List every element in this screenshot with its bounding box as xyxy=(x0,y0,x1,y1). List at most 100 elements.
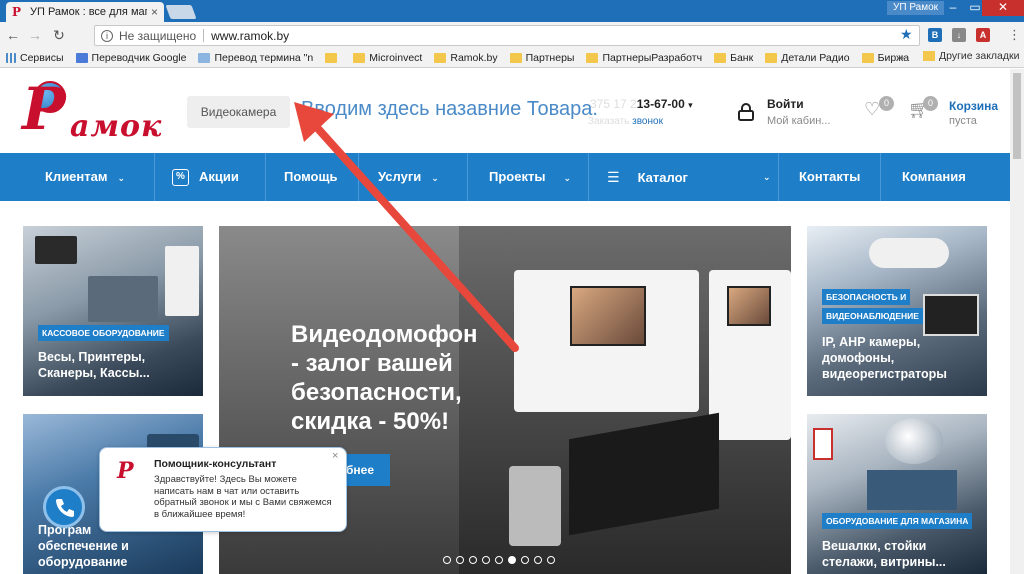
info-icon[interactable]: i xyxy=(101,29,113,42)
scrollbar-thumb[interactable] xyxy=(1013,73,1021,159)
extension-download-icon[interactable]: ↓ xyxy=(952,28,966,42)
slider-dot[interactable] xyxy=(547,556,555,564)
caption-line: Сканеры, Кассы... xyxy=(38,366,150,380)
bookmark-item[interactable]: ПартнерыРазработч xyxy=(586,52,702,64)
category-tag: ВИДЕОНАБЛЮДЕНИЕ xyxy=(822,308,923,324)
consultant-avatar: Р xyxy=(117,458,134,484)
register-image xyxy=(88,276,158,322)
nav-label: Помощь xyxy=(284,169,338,184)
new-tab-button[interactable] xyxy=(165,5,197,19)
logo-word: амок xyxy=(70,109,163,144)
reload-icon[interactable]: ↻ xyxy=(50,26,68,44)
bookmark-label: Партнеры xyxy=(525,51,575,64)
address-bar[interactable]: i Не защищено www.ramok.by xyxy=(94,25,920,46)
nav-label: Клиентам xyxy=(45,169,108,184)
chat-popup[interactable]: Р Помощник-консультант Здравствуйте! Зде… xyxy=(99,447,347,532)
nav-item-promotions[interactable]: % Акции xyxy=(172,153,239,201)
chevron-down-icon: ⌄ xyxy=(763,172,771,182)
phone-prefix: 375 17 2 xyxy=(590,97,637,111)
bookmark-item[interactable]: Сервисы xyxy=(6,52,64,64)
phone-number[interactable]: 375 17 213-67-00 ▾ xyxy=(590,97,693,111)
other-bookmarks-label: Другие закладки xyxy=(939,50,1020,62)
extension-pdf-icon[interactable]: A xyxy=(976,28,990,42)
cart-status: пуста xyxy=(949,115,977,127)
nav-divider xyxy=(467,153,468,201)
nav-item-projects[interactable]: Проекты ⌄ xyxy=(489,153,571,201)
hero-title-line: Видеодомофон xyxy=(291,321,478,348)
nav-item-catalog[interactable]: ☰ Каталог ⌄ xyxy=(607,153,771,201)
browser-tab[interactable]: Р УП Рамок : все для магаз × xyxy=(6,2,164,22)
window-close-icon[interactable]: ✕ xyxy=(982,0,1024,16)
handset-screen xyxy=(727,286,771,326)
slider-dot[interactable] xyxy=(469,556,477,564)
slider-dot[interactable] xyxy=(534,556,542,564)
tab-close-icon[interactable]: × xyxy=(151,5,158,19)
nav-divider xyxy=(778,153,779,201)
bookmark-star-icon[interactable]: ★ xyxy=(900,26,913,43)
bookmark-label: ПартнерыРазработч xyxy=(602,51,703,64)
category-tag: БЕЗОПАСНОСТЬ И xyxy=(822,289,911,305)
ramok-logo[interactable]: Р амок xyxy=(22,77,167,144)
annotation-text: Вводим здесь назавние Товара. xyxy=(301,98,598,120)
nav-item-help[interactable]: Помощь xyxy=(284,153,337,201)
bookmark-item[interactable]: Детали Радио xyxy=(765,52,850,64)
slider-dot[interactable] xyxy=(508,556,516,564)
slider-dot[interactable] xyxy=(482,556,490,564)
category-tile-security[interactable]: БЕЗОПАСНОСТЬ И ВИДЕОНАБЛЮДЕНИЕ IP, АНР к… xyxy=(807,226,987,396)
back-arrow-icon[interactable]: ← xyxy=(4,26,22,44)
bookmark-item[interactable]: Банк xyxy=(714,52,753,64)
bookmark-item[interactable]: Перевод термина "n xyxy=(198,52,313,64)
caption-line: обеспечение и xyxy=(38,539,129,553)
slider-dot[interactable] xyxy=(456,556,464,564)
callback-link[interactable]: Заказать звонок xyxy=(588,116,663,127)
bookmark-label: Сервисы xyxy=(20,51,64,64)
bookmark-item[interactable]: Партнеры xyxy=(509,51,575,64)
close-icon[interactable]: × xyxy=(332,450,338,462)
callback-text: звонок xyxy=(632,116,663,127)
forward-arrow-icon[interactable]: → xyxy=(26,26,44,44)
apps-icon xyxy=(6,52,16,63)
cart-count-badge: 0 xyxy=(923,96,938,111)
omnibox-divider xyxy=(203,29,205,42)
nav-label: Компания xyxy=(902,169,966,184)
slider-dot[interactable] xyxy=(443,556,451,564)
bookmark-item[interactable]: Переводчик Google xyxy=(75,52,186,64)
nav-item-company[interactable]: Компания xyxy=(902,153,966,201)
browser-titlebar: Р УП Рамок : все для магаз × УП Рамок ‒ … xyxy=(0,0,1024,22)
extension-b-icon[interactable]: B xyxy=(928,28,942,42)
heart-icon[interactable]: ♡ xyxy=(864,99,880,120)
baskets-image xyxy=(867,470,957,510)
slider-dot[interactable] xyxy=(521,556,529,564)
caption-line: стелажи, витрины... xyxy=(822,555,946,569)
tab-title: УП Рамок : все для магаз xyxy=(30,6,147,18)
bookmark-item[interactable]: Microinvect xyxy=(353,52,422,64)
intercom-handset-image xyxy=(709,270,791,440)
bookmark-item[interactable]: Ramok.by xyxy=(434,51,498,64)
url-text[interactable]: www.ramok.by xyxy=(211,29,289,43)
cart-title[interactable]: Корзина xyxy=(949,99,998,113)
call-button[interactable] xyxy=(43,486,85,528)
printer-image xyxy=(165,246,199,316)
category-tile-store-equipment[interactable]: ОБОРУДОВАНИЕ ДЛЯ МАГАЗИНА Вешалки, стойк… xyxy=(807,414,987,574)
folder-icon xyxy=(765,52,778,63)
chevron-down-icon: ▾ xyxy=(688,100,693,110)
bookmark-item[interactable] xyxy=(325,52,341,63)
nav-item-clients[interactable]: Клиентам ⌄ xyxy=(45,153,125,201)
category-tag: КАССОВОЕ ОБОРУДОВАНИЕ xyxy=(38,325,169,341)
caption-line: Весы, Принтеры, xyxy=(38,350,146,364)
search-input[interactable]: Видеокамера xyxy=(187,96,290,128)
hero-title-line: скидка - 50%! xyxy=(291,408,450,435)
category-tile-cash-equipment[interactable]: КАССОВОЕ ОБОРУДОВАНИЕ Весы, Принтеры, Ск… xyxy=(23,226,203,396)
bookmark-label: Ramok.by xyxy=(450,51,498,64)
other-bookmarks[interactable]: Другие закладки xyxy=(923,50,1019,62)
sign-image xyxy=(813,428,833,460)
nav-item-services[interactable]: Услуги ⌄ xyxy=(378,153,439,201)
bookmarks-more-icon[interactable]: » xyxy=(898,52,904,64)
favorites-count-badge: 0 xyxy=(879,96,894,111)
browser-toolbar: ← → ↻ i Не защищено www.ramok.by ★ B ↓ A… xyxy=(0,22,1024,48)
browser-menu-icon[interactable]: ⋮ xyxy=(1008,27,1021,43)
folder-icon xyxy=(714,52,727,63)
slider-dot[interactable] xyxy=(495,556,503,564)
nav-item-contacts[interactable]: Контакты xyxy=(799,153,860,201)
profile-badge[interactable]: УП Рамок xyxy=(887,1,945,15)
